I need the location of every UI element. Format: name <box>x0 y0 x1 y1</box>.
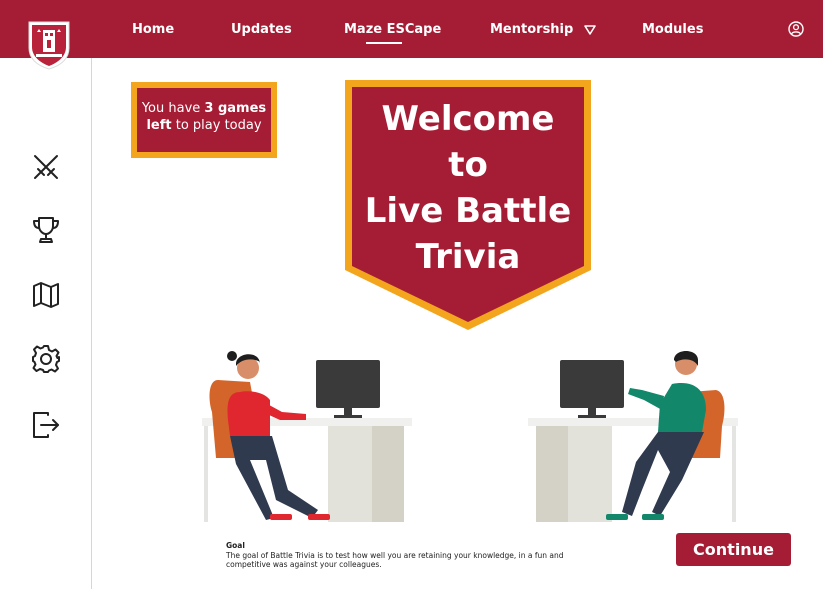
top-nav-bar: Home Updates Maze ESCape Mentorship Modu… <box>0 0 823 58</box>
nav-home[interactable]: Home <box>132 22 174 37</box>
games-left-suffix: to play today <box>171 118 262 133</box>
nav-maze-escape[interactable]: Maze ESCape <box>344 22 441 37</box>
goal-description: Goal The goal of Battle Trivia is to tes… <box>226 541 606 570</box>
games-left-text: You have 3 games left to play today <box>137 88 271 152</box>
banner-line-4: Trivia <box>415 237 521 277</box>
sidebar <box>0 58 92 589</box>
nav-modules[interactable]: Modules <box>642 22 703 37</box>
nav-updates[interactable]: Updates <box>231 22 292 37</box>
trophy-icon[interactable] <box>31 215 61 245</box>
left-woman <box>209 351 330 520</box>
gear-icon[interactable] <box>31 344 61 374</box>
map-icon[interactable] <box>31 280 61 310</box>
banner-line-2: to <box>448 145 488 185</box>
user-profile-icon[interactable] <box>788 21 804 37</box>
continue-button[interactable]: Continue <box>676 533 791 566</box>
goal-text: The goal of Battle Trivia is to test how… <box>226 550 564 570</box>
welcome-banner-title: Welcome to Live Battle Trivia <box>345 96 591 280</box>
right-monitor <box>560 360 624 418</box>
logout-icon[interactable] <box>31 410 61 440</box>
players-illustration <box>202 351 738 522</box>
banner-line-1: Welcome <box>381 99 555 139</box>
left-monitor <box>316 360 380 418</box>
nav-mentorship[interactable]: Mentorship <box>490 22 596 37</box>
crossed-swords-icon[interactable] <box>31 152 61 182</box>
nav-mentorship-label: Mentorship <box>490 22 574 37</box>
games-left-notice: You have 3 games left to play today <box>131 82 277 158</box>
active-nav-indicator <box>366 42 402 44</box>
crest-logo[interactable] <box>26 18 72 70</box>
chevron-down-icon <box>584 24 596 35</box>
banner-line-3: Live Battle <box>364 191 572 231</box>
goal-title: Goal <box>226 541 245 550</box>
games-left-prefix: You have <box>141 101 205 116</box>
